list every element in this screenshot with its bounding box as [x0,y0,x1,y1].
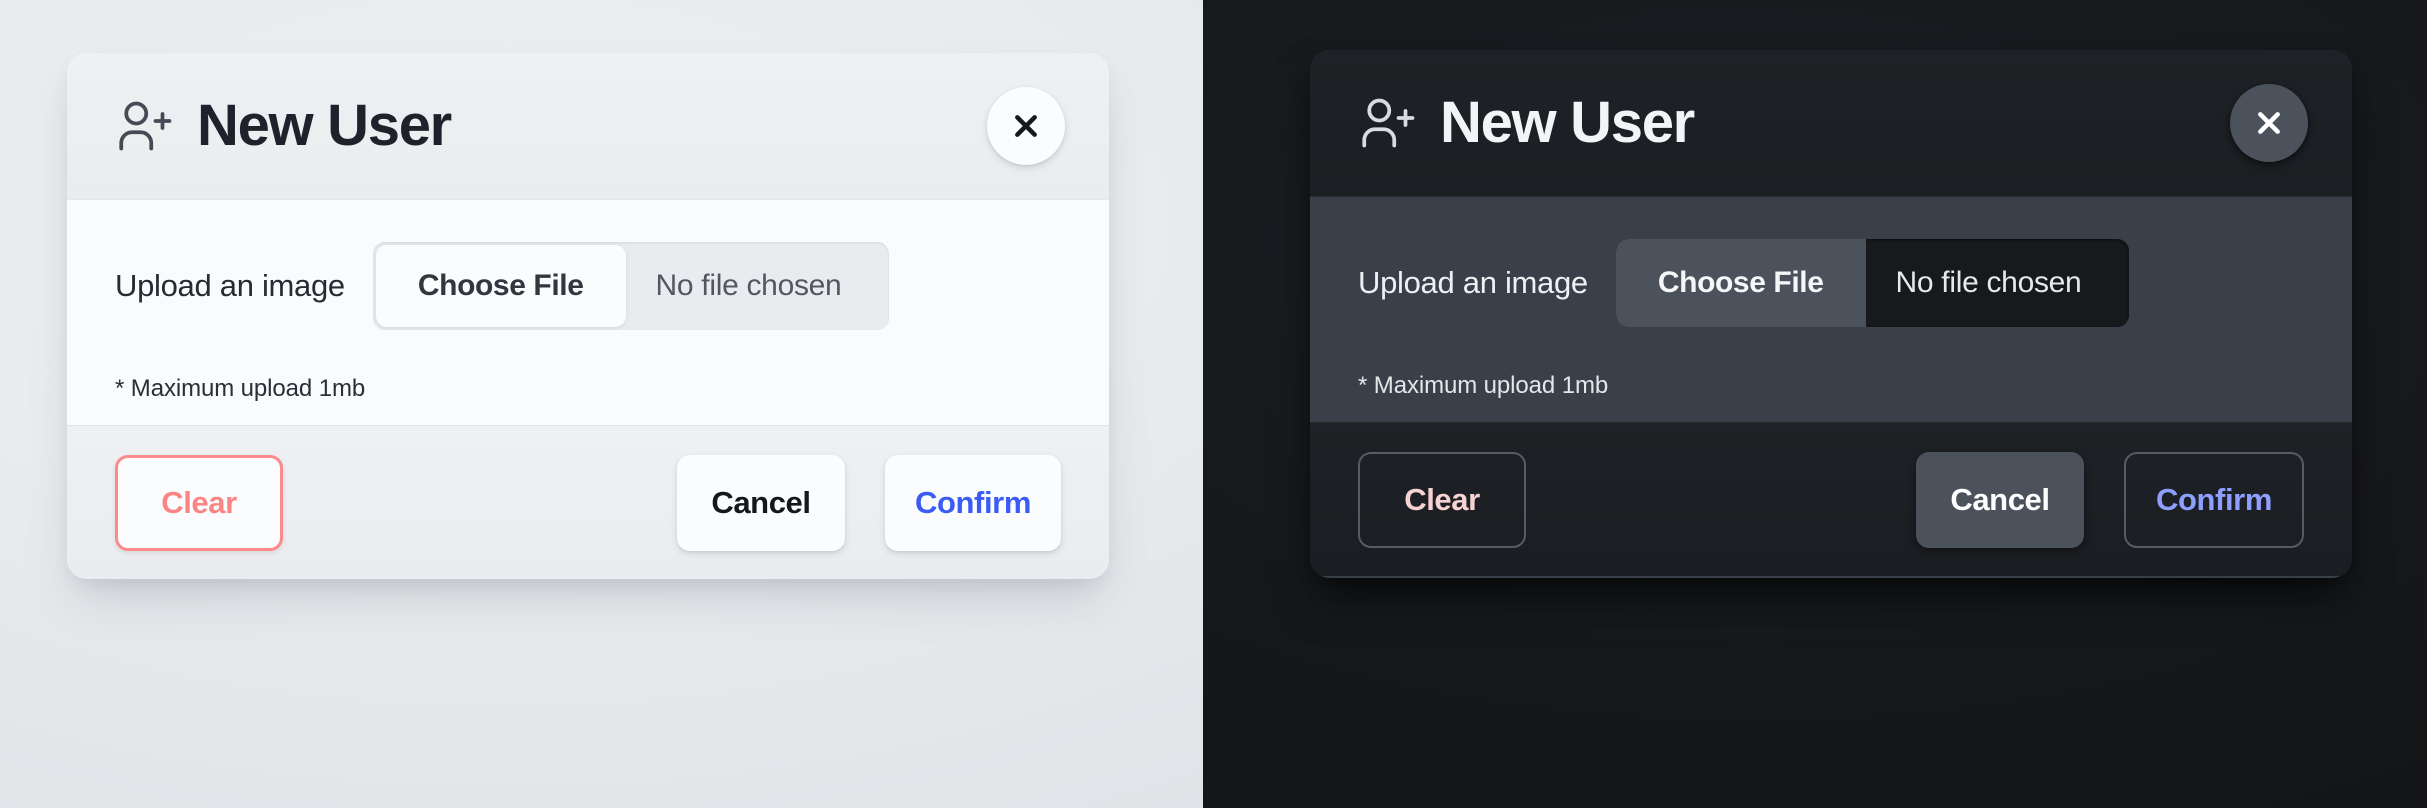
cancel-button[interactable]: Cancel [676,454,845,551]
clear-button[interactable]: Clear [115,454,283,551]
modal-header: New User [67,53,1109,200]
close-icon [2258,112,2280,134]
clear-button[interactable]: Clear [1358,451,1526,548]
new-user-modal-light: New User Upload an image Choose File No … [67,53,1109,579]
page-title: New User [1440,90,1695,155]
upload-row: Upload an image Choose File No file chos… [115,242,1061,330]
confirm-button[interactable]: Confirm [2123,451,2304,548]
modal-body: Upload an image Choose File No file chos… [1310,197,2352,422]
choose-file-button[interactable]: Choose File [1615,239,1866,327]
page-title: New User [197,93,452,158]
cancel-button[interactable]: Cancel [1915,451,2084,548]
close-button[interactable] [2230,84,2308,162]
modal-header: New User [1310,50,2352,197]
upload-image-label: Upload an image [115,268,345,303]
upload-hint-text: * Maximum upload 1mb [1358,372,1609,399]
new-user-modal-dark: New User Upload an image Choose File No … [1310,50,2352,578]
footer-actions-group: Cancel Confirm [676,454,1061,551]
footer-actions-group: Cancel Confirm [1915,451,2304,548]
user-plus-icon [119,101,172,151]
upload-hint-text: * Maximum upload 1mb [115,375,366,402]
file-input[interactable]: Choose File No file chosen [372,242,890,330]
upload-image-label: Upload an image [1358,265,1588,300]
dark-theme-pane: New User Upload an image Choose File No … [1203,0,2427,808]
choose-file-button[interactable]: Choose File [375,245,626,327]
upload-row: Upload an image Choose File No file chos… [1358,239,2304,327]
user-plus-icon [1362,98,1415,148]
file-status-text: No file chosen [655,269,842,302]
modal-footer: Clear Cancel Confirm [1310,422,2352,576]
close-icon [1015,115,1037,137]
file-input[interactable]: Choose File No file chosen [1615,239,2130,327]
close-button[interactable] [987,87,1065,165]
modal-body: Upload an image Choose File No file chos… [67,200,1109,425]
light-theme-pane: New User Upload an image Choose File No … [0,0,1203,808]
confirm-button[interactable]: Confirm [884,454,1061,551]
file-status-text: No file chosen [1895,266,2082,299]
modal-footer: Clear Cancel Confirm [67,425,1109,579]
